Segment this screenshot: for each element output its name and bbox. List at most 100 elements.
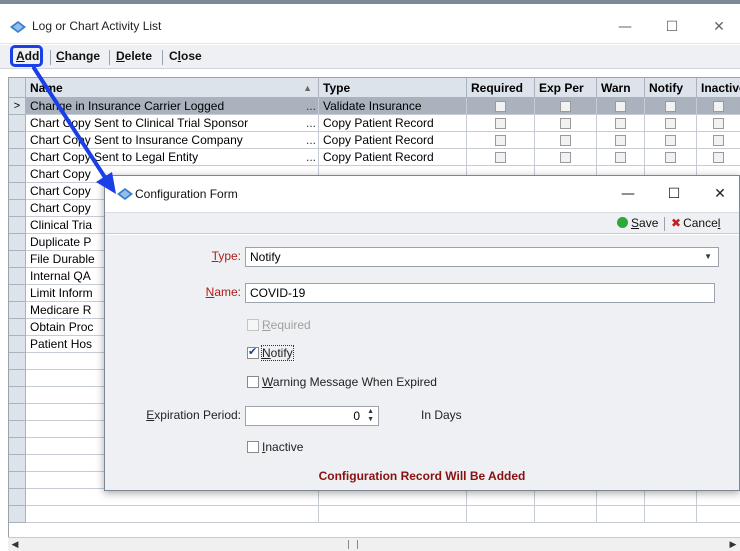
table-cell-checkbox[interactable] bbox=[535, 506, 597, 523]
expiration-period-input[interactable]: 0 ▲ ▼ bbox=[245, 406, 379, 426]
row-header[interactable] bbox=[9, 421, 26, 438]
table-cell-checkbox[interactable] bbox=[597, 98, 645, 115]
row-header[interactable]: > bbox=[9, 98, 26, 115]
checkbox-icon[interactable] bbox=[560, 118, 571, 129]
table-cell-name[interactable] bbox=[26, 506, 319, 523]
table-cell-checkbox[interactable] bbox=[697, 115, 740, 132]
checkbox-icon[interactable] bbox=[665, 118, 676, 129]
add-button[interactable]: Add bbox=[16, 49, 39, 63]
row-header[interactable] bbox=[9, 353, 26, 370]
column-header-warn[interactable]: Warn bbox=[597, 78, 645, 98]
horizontal-scrollbar[interactable]: ◀ ▶ bbox=[8, 537, 740, 551]
scroll-right-icon[interactable]: ▶ bbox=[726, 538, 740, 551]
row-header[interactable] bbox=[9, 506, 26, 523]
table-cell-checkbox[interactable] bbox=[467, 132, 535, 149]
column-header-type[interactable]: Type bbox=[319, 78, 467, 98]
ellipsis-button[interactable]: ... bbox=[306, 132, 316, 148]
change-button[interactable]: Change bbox=[56, 49, 100, 63]
checkbox-icon[interactable] bbox=[713, 152, 724, 163]
row-header[interactable] bbox=[9, 166, 26, 183]
column-header-required[interactable]: Required bbox=[467, 78, 535, 98]
checkbox-icon[interactable] bbox=[665, 135, 676, 146]
cancel-button[interactable]: ✖ Cancel bbox=[671, 216, 720, 230]
row-header[interactable] bbox=[9, 370, 26, 387]
warning-message-checkbox[interactable]: Warning Message When Expired bbox=[247, 375, 437, 389]
checkbox-icon[interactable] bbox=[495, 152, 506, 163]
table-cell-name[interactable]: Chart Copy Sent to Insurance Company... bbox=[26, 132, 319, 149]
ellipsis-button[interactable]: ... bbox=[306, 98, 316, 114]
name-input[interactable]: COVID-19 bbox=[245, 283, 715, 303]
checkbox-icon[interactable] bbox=[615, 101, 626, 112]
scroll-thumb-grip[interactable] bbox=[348, 540, 358, 549]
table-cell-type[interactable]: Copy Patient Record bbox=[319, 149, 467, 166]
checkbox-icon[interactable] bbox=[615, 152, 626, 163]
table-cell-checkbox[interactable] bbox=[535, 149, 597, 166]
ellipsis-button[interactable]: ... bbox=[306, 115, 316, 131]
table-cell-checkbox[interactable] bbox=[645, 489, 697, 506]
checkbox-icon[interactable] bbox=[665, 152, 676, 163]
row-header[interactable] bbox=[9, 455, 26, 472]
table-cell-checkbox[interactable] bbox=[535, 489, 597, 506]
table-cell-type[interactable] bbox=[319, 489, 467, 506]
table-cell-checkbox[interactable] bbox=[697, 489, 740, 506]
row-header[interactable] bbox=[9, 404, 26, 421]
checkbox-icon[interactable] bbox=[713, 135, 724, 146]
table-cell-checkbox[interactable] bbox=[597, 489, 645, 506]
type-select[interactable]: Notify ▼ bbox=[245, 247, 719, 267]
table-cell-checkbox[interactable] bbox=[597, 132, 645, 149]
row-header[interactable] bbox=[9, 200, 26, 217]
checkbox-icon[interactable] bbox=[495, 118, 506, 129]
row-header[interactable] bbox=[9, 319, 26, 336]
row-header[interactable] bbox=[9, 438, 26, 455]
row-header[interactable] bbox=[9, 132, 26, 149]
table-cell-name[interactable]: Chart Copy Sent to Clinical Trial Sponso… bbox=[26, 115, 319, 132]
row-header[interactable] bbox=[9, 251, 26, 268]
row-header[interactable] bbox=[9, 336, 26, 353]
table-cell-name[interactable]: Chart Copy Sent to Legal Entity... bbox=[26, 149, 319, 166]
row-header[interactable] bbox=[9, 285, 26, 302]
ellipsis-button[interactable]: ... bbox=[306, 149, 316, 165]
checkbox-icon[interactable] bbox=[615, 135, 626, 146]
checkbox-icon[interactable] bbox=[560, 152, 571, 163]
table-cell-checkbox[interactable] bbox=[697, 149, 740, 166]
table-cell-checkbox[interactable] bbox=[645, 98, 697, 115]
table-cell-checkbox[interactable] bbox=[535, 132, 597, 149]
column-header-name[interactable]: Name ▲ bbox=[26, 78, 319, 98]
row-header[interactable] bbox=[9, 302, 26, 319]
row-header[interactable] bbox=[9, 115, 26, 132]
checkbox-icon[interactable] bbox=[495, 101, 506, 112]
table-cell-checkbox[interactable] bbox=[467, 149, 535, 166]
table-cell-checkbox[interactable] bbox=[597, 149, 645, 166]
column-header-exp-per[interactable]: Exp Per bbox=[535, 78, 597, 98]
table-cell-checkbox[interactable] bbox=[467, 506, 535, 523]
notify-checkbox[interactable]: ✔ Notify bbox=[247, 345, 294, 361]
table-cell-checkbox[interactable] bbox=[645, 506, 697, 523]
spinner-icon[interactable]: ▲ ▼ bbox=[367, 408, 374, 424]
row-header[interactable] bbox=[9, 268, 26, 285]
table-cell-checkbox[interactable] bbox=[697, 506, 740, 523]
table-cell-checkbox[interactable] bbox=[535, 115, 597, 132]
dialog-maximize-button[interactable]: ☐ bbox=[659, 182, 689, 206]
window-minimize-button[interactable]: — bbox=[610, 14, 640, 40]
checkbox-icon[interactable] bbox=[665, 101, 676, 112]
scroll-left-icon[interactable]: ◀ bbox=[8, 538, 22, 551]
row-header[interactable] bbox=[9, 217, 26, 234]
inactive-checkbox[interactable]: Inactive bbox=[247, 440, 303, 454]
delete-button[interactable]: Delete bbox=[116, 49, 152, 63]
window-close-button[interactable]: ✕ bbox=[704, 14, 734, 40]
checkbox-icon[interactable] bbox=[495, 135, 506, 146]
row-header[interactable] bbox=[9, 149, 26, 166]
row-header[interactable] bbox=[9, 234, 26, 251]
table-cell-checkbox[interactable] bbox=[467, 489, 535, 506]
column-header-inactive[interactable]: Inactive bbox=[697, 78, 740, 98]
checkbox-icon[interactable] bbox=[560, 101, 571, 112]
table-cell-checkbox[interactable] bbox=[697, 132, 740, 149]
table-cell-checkbox[interactable] bbox=[645, 132, 697, 149]
checkbox-icon[interactable] bbox=[713, 118, 724, 129]
column-header-notify[interactable]: Notify bbox=[645, 78, 697, 98]
save-button[interactable]: Save bbox=[617, 216, 658, 230]
table-cell-checkbox[interactable] bbox=[535, 98, 597, 115]
table-cell-checkbox[interactable] bbox=[697, 98, 740, 115]
checkbox-icon[interactable] bbox=[615, 118, 626, 129]
dialog-minimize-button[interactable]: — bbox=[613, 182, 643, 206]
